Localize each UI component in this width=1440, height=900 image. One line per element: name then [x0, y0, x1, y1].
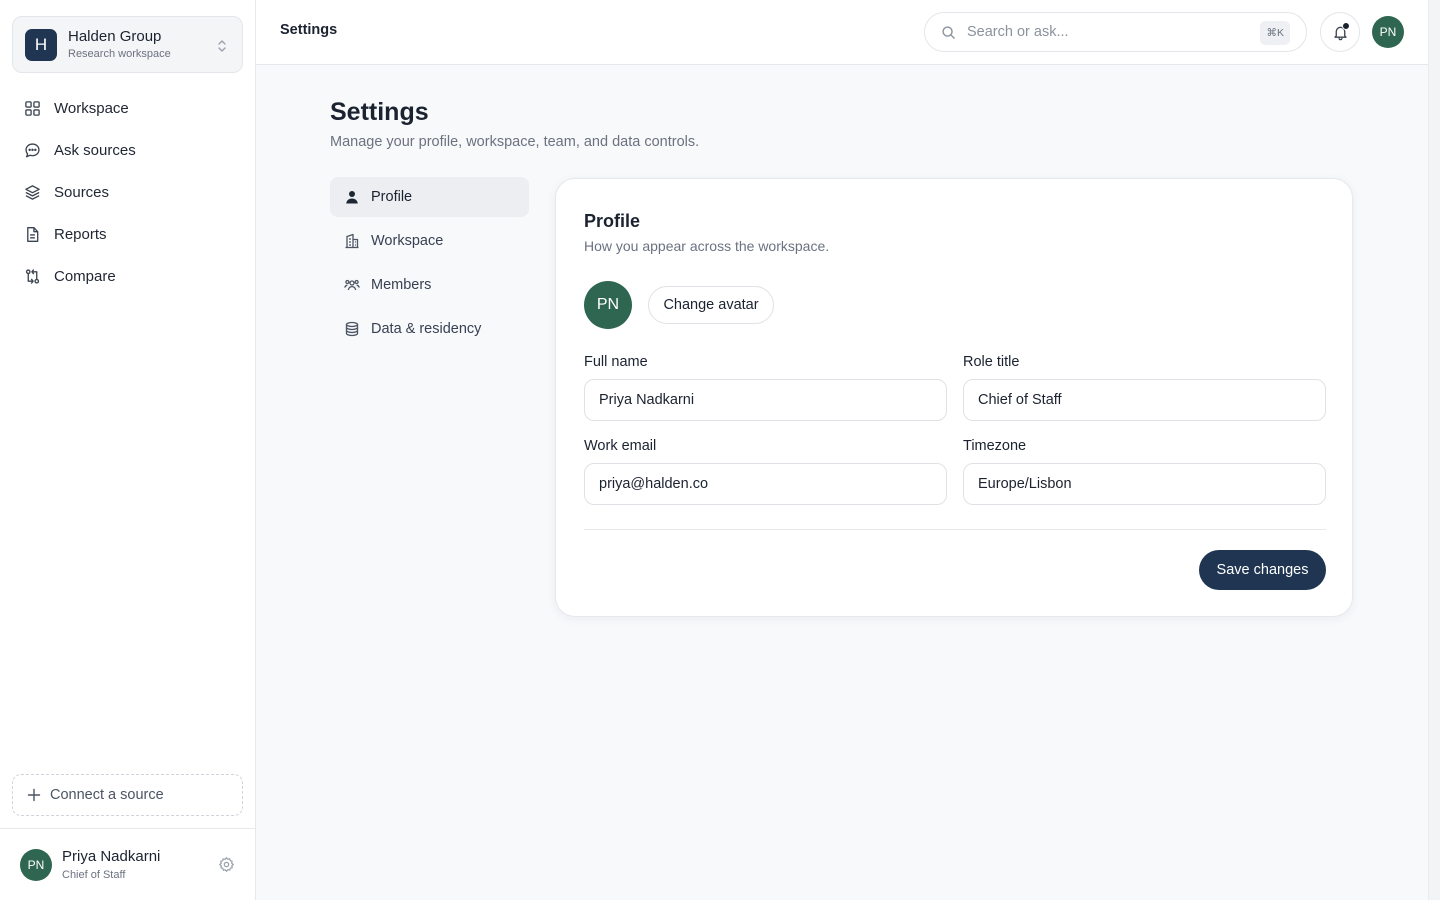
building-icon: [345, 233, 359, 249]
breadcrumb: Settings: [280, 22, 338, 38]
search-icon: [942, 25, 955, 39]
workspace-subtitle: Research workspace: [68, 47, 171, 60]
user-name: Priya Nadkarni: [62, 848, 161, 865]
profile-avatar: PN: [584, 281, 632, 329]
divider: [584, 529, 1326, 530]
work-email-field[interactable]: [584, 463, 947, 505]
save-changes-button[interactable]: Save changes: [1199, 550, 1326, 590]
sidebar-item-workspace[interactable]: Workspace: [12, 87, 243, 129]
database-icon: [345, 321, 359, 337]
settings-nav: Profile Workspace Members Data & residen…: [330, 177, 529, 353]
settings-tab-profile[interactable]: Profile: [330, 177, 529, 217]
full-name-field[interactable]: [584, 379, 947, 421]
plus-icon: [27, 788, 41, 802]
avatar: PN: [20, 849, 52, 881]
user-text: Priya Nadkarni Chief of Staff: [62, 848, 160, 882]
settings-tab-workspace[interactable]: Workspace: [330, 221, 529, 261]
sidebar-item-label: Ask sources: [54, 141, 136, 159]
sidebar-item-label: Workspace: [54, 99, 129, 117]
divider: [0, 828, 255, 829]
workspace-text: Halden Group Research workspace: [68, 28, 171, 62]
settings-tab-label: Data & residency: [371, 321, 482, 337]
gear-icon[interactable]: [218, 856, 235, 873]
sidebar-item-label: Compare: [54, 267, 116, 285]
settings-tab-data-residency[interactable]: Data & residency: [330, 309, 529, 349]
full-name-label: Full name: [584, 354, 648, 370]
timezone-field[interactable]: [963, 463, 1326, 505]
chevron-up-down-icon: [218, 40, 226, 52]
connect-source-label: Connect a source: [50, 787, 164, 803]
timezone-label: Timezone: [963, 438, 1027, 454]
sidebar-item-label: Sources: [54, 183, 110, 201]
notification-dot: [1342, 22, 1350, 30]
connect-source-button[interactable]: Connect a source: [12, 774, 243, 816]
settings-tab-label: Profile: [371, 189, 413, 205]
keyboard-shortcut-badge: ⌘K: [1260, 21, 1290, 45]
sidebar-item-reports[interactable]: Reports: [12, 213, 243, 255]
settings-tab-members[interactable]: Members: [330, 265, 529, 305]
search-box[interactable]: ⌘K: [924, 12, 1307, 52]
card-title: Profile: [584, 211, 641, 231]
role-title-label: Role title: [963, 354, 1020, 370]
people-icon: [344, 279, 360, 291]
layers-icon: [25, 184, 40, 200]
card-subtitle: How you appear across the workspace.: [584, 238, 830, 254]
sidebar-nav: Workspace Ask sources Sources Reports Co…: [12, 87, 243, 297]
page-subtitle: Manage your profile, workspace, team, an…: [330, 134, 700, 150]
grid-icon: [25, 100, 40, 116]
workspace-logo: H: [25, 28, 57, 61]
page-title: Settings: [330, 98, 429, 126]
settings-tab-label: Members: [371, 277, 432, 293]
avatar[interactable]: PN: [1372, 16, 1404, 48]
search-input[interactable]: [967, 24, 1247, 40]
git-compare-icon: [25, 268, 40, 284]
topbar: Settings ⌘K PN: [256, 0, 1428, 65]
change-avatar-button[interactable]: Change avatar: [648, 286, 774, 324]
profile-card: Profile How you appear across the worksp…: [555, 178, 1353, 617]
role-title-field[interactable]: [963, 379, 1326, 421]
sidebar-item-compare[interactable]: Compare: [12, 255, 243, 297]
workspace-name: Halden Group: [68, 27, 162, 45]
workspace-switcher[interactable]: H Halden Group Research workspace: [12, 16, 243, 73]
person-icon: [346, 191, 358, 204]
sidebar-item-label: Reports: [54, 225, 107, 243]
settings-tab-label: Workspace: [371, 233, 444, 249]
user-role: Chief of Staff: [62, 869, 126, 881]
sidebar-item-sources[interactable]: Sources: [12, 171, 243, 213]
chat-bubble-icon: [25, 142, 40, 157]
user-card[interactable]: PN Priya Nadkarni Chief of Staff: [20, 846, 240, 884]
notifications-button[interactable]: [1320, 12, 1360, 52]
sidebar: H Halden Group Research workspace Worksp…: [0, 0, 256, 900]
document-icon: [27, 226, 39, 242]
sidebar-item-ask-sources[interactable]: Ask sources: [12, 129, 243, 171]
work-email-label: Work email: [584, 438, 657, 454]
scrollbar-track[interactable]: [1428, 0, 1440, 900]
